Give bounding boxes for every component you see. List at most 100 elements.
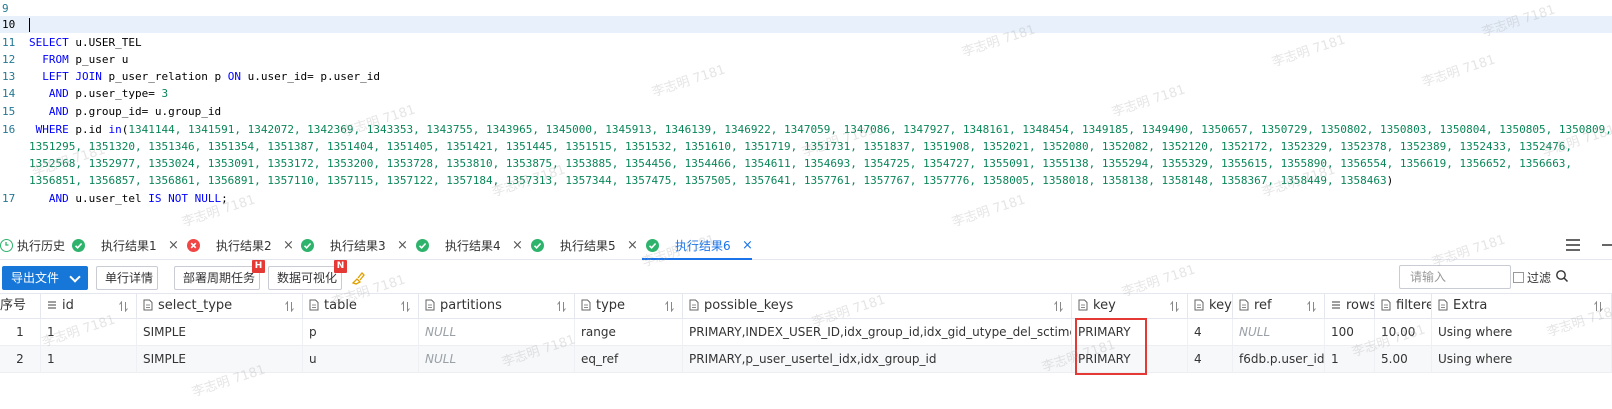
column-header-key[interactable]: key [1188,294,1233,319]
tab-result-5[interactable]: 执行结果5 × [531,232,639,260]
editor-line[interactable]: 10 [0,16,1612,33]
table-cell[interactable]: 1 [0,319,41,346]
export-file-button[interactable]: 导出文件 [2,266,88,290]
text-column-icon [143,296,153,311]
column-header-partitions[interactable]: partitions [419,294,575,319]
tab-result-6[interactable]: 执行结果6 × [646,232,754,260]
sort-icon[interactable] [665,301,674,312]
search-input[interactable]: 请输入 [1399,265,1511,289]
data-visualization-button[interactable]: 数据可视化 [268,266,342,290]
code-text: FROM p_user u [29,51,128,68]
column-header-filtere[interactable]: filtere [1375,294,1432,319]
sort-icon[interactable] [401,301,410,312]
table-cell[interactable]: Using where [1432,346,1612,373]
sort-icon[interactable] [285,301,294,312]
table-cell[interactable]: 10.00 [1375,319,1432,346]
tab-result-4[interactable]: 执行结果4 × [416,232,524,260]
number-column-icon [1331,296,1341,309]
text-column-icon [309,296,319,311]
code-text: LEFT JOIN p_user_relation p ON u.user_id… [29,68,380,85]
column-header-selecttype[interactable]: select_type [137,294,303,319]
table-cell[interactable]: SIMPLE [137,319,303,346]
table-cell[interactable]: 4 [1188,319,1233,346]
filter-checkbox[interactable] [1513,272,1524,283]
table-cell[interactable]: Using where [1432,319,1612,346]
table-cell[interactable]: NULL [1233,319,1325,346]
table-row[interactable]: 2 1 SIMPLE u NULL eq_ref PRIMARY,p_user_userte… [0,346,1612,373]
column-header-possiblekeys[interactable]: possible_keys [683,294,1072,319]
table-cell[interactable]: 4 [1188,346,1233,373]
new-badge: N [334,260,347,273]
column-header-label: possible_keys [704,298,794,313]
sort-icon[interactable] [1307,301,1316,312]
sql-identifier [29,123,36,136]
sql-keyword: AND [48,105,69,118]
text-column-icon [689,296,699,311]
close-icon[interactable]: × [627,232,638,260]
brush-icon[interactable] [351,271,365,285]
table-row[interactable]: 1 1 SIMPLE p NULL range PRIMARY,INDEX_USER_ID,… [0,319,1612,346]
table-cell[interactable]: 2 [0,346,41,373]
grid-header-row: 序号 id select_type table partitions type possib… [0,293,1612,319]
table-cell[interactable]: 5.00 [1375,346,1432,373]
sort-icon[interactable] [557,301,566,312]
table-cell[interactable]: PRIMARY [1072,319,1188,346]
sql-identifier [29,192,49,205]
text-column-icon [1381,296,1391,311]
column-header-[interactable]: 序号 [0,294,41,319]
sql-editor[interactable]: 9 10 11 SELECT u.USER_TEL 12 FROM p_user u 13… [0,0,1612,228]
table-cell[interactable]: 1 [1325,346,1375,373]
table-cell[interactable]: 100 [1325,319,1375,346]
sql-number: 1341144, 1341591, 1342072, 1342369, 1343… [128,123,1612,136]
column-header-table[interactable]: table [303,294,419,319]
sort-icon[interactable] [1170,301,1179,312]
sort-icon[interactable] [1054,301,1063,312]
tab-result-2[interactable]: 执行结果2 × [187,232,295,260]
tab-result-3[interactable]: 执行结果3 × [301,232,409,260]
table-cell[interactable]: NULL [419,346,575,373]
column-header-Extra[interactable]: Extra [1432,294,1612,319]
tab-label: 执行结果6 [675,239,731,253]
close-icon[interactable]: × [397,232,408,260]
collapse-icon[interactable] [1602,244,1612,246]
table-cell[interactable]: 1 [41,346,137,373]
error-circle-icon [187,239,200,252]
column-header-label: partitions [440,298,502,313]
table-cell[interactable]: 1 [41,319,137,346]
column-header-label: Extra [1453,298,1488,313]
sort-icon[interactable] [1594,301,1603,312]
close-icon[interactable]: × [742,232,753,260]
table-cell[interactable]: f6db.p.user_id [1233,346,1325,373]
close-icon[interactable]: × [283,232,294,260]
table-cell[interactable]: PRIMARY,p_user_usertel_idx,idx_group_id [683,346,1072,373]
close-icon[interactable]: × [512,232,523,260]
table-cell[interactable]: eq_ref [575,346,683,373]
table-cell[interactable]: PRIMARY,INDEX_USER_ID,idx_group_id,idx_g… [683,319,1072,346]
row-detail-button[interactable]: 单行详情 [96,266,158,290]
table-cell[interactable]: p [303,319,419,346]
table-cell[interactable]: PRIMARY [1072,346,1188,373]
check-circle-icon [416,239,429,252]
tab-execution-history[interactable]: 执行历史 [0,232,66,260]
table-cell[interactable]: NULL [419,319,575,346]
menu-icon[interactable] [1566,239,1580,251]
sql-keyword: in [108,123,122,136]
column-header-label: rows [1346,298,1375,313]
close-icon[interactable]: × [168,232,179,260]
active-tab-indicator [642,258,752,260]
table-cell[interactable]: u [303,346,419,373]
tab-result-1[interactable]: 执行结果1 × [72,232,180,260]
deploy-periodic-task-button[interactable]: 部署周期任务 [174,266,260,290]
column-header-id[interactable]: id [41,294,137,319]
filter-label: 过滤 [1527,271,1552,285]
line-number: 14 [2,87,16,100]
table-cell[interactable]: range [575,319,683,346]
sql-keyword: SELECT [29,36,69,49]
column-header-type[interactable]: type [575,294,683,319]
search-icon[interactable] [1555,269,1569,283]
column-header-key[interactable]: key [1072,294,1188,319]
column-header-rows[interactable]: rows [1325,294,1375,319]
column-header-ref[interactable]: ref [1233,294,1325,319]
table-cell[interactable]: SIMPLE [137,346,303,373]
sort-icon[interactable] [119,301,128,312]
